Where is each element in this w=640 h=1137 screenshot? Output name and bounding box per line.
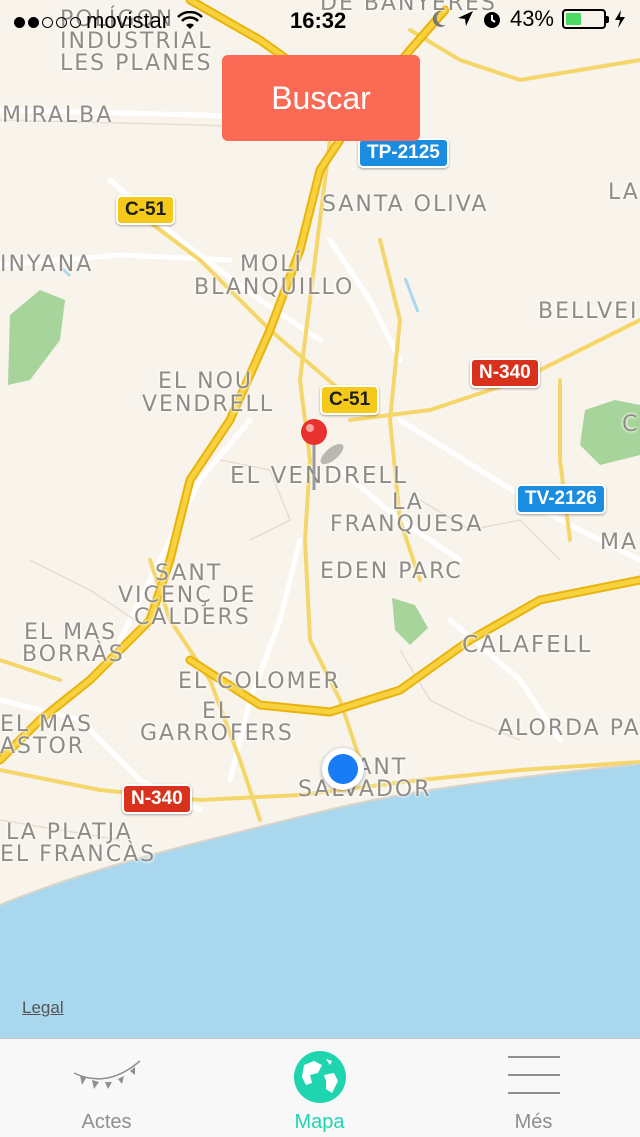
carrier-info: movistar bbox=[14, 8, 204, 34]
tab-bar: Actes Mapa Més bbox=[0, 1038, 640, 1137]
map-base bbox=[0, 0, 640, 1038]
map-pin-icon[interactable] bbox=[296, 416, 356, 496]
road-n-340-east: N-340 bbox=[470, 358, 540, 388]
map-view[interactable]: POLÍGON INDUSTRIAL LES PLANES DE BANYERE… bbox=[0, 0, 640, 1038]
road-tv-2126: TV-2126 bbox=[516, 484, 606, 514]
tab-mes-label: Més bbox=[514, 1111, 553, 1133]
search-button[interactable]: Buscar bbox=[222, 55, 420, 141]
status-time: 16:32 bbox=[290, 8, 347, 33]
battery-icon bbox=[562, 9, 609, 29]
carrier-name: movistar bbox=[86, 8, 170, 33]
place-blanquillo: BLANQUILLO bbox=[194, 275, 355, 300]
tab-mapa[interactable]: Mapa bbox=[213, 1039, 426, 1137]
place-eden-parc: EDEN PARC bbox=[320, 559, 463, 584]
status-bar: movistar 16:32 43% bbox=[0, 0, 640, 40]
globe-icon bbox=[293, 1051, 346, 1103]
place-borras: BORRÀS bbox=[22, 642, 125, 667]
place-calafell: CALAFELL bbox=[462, 632, 593, 658]
road-n-340-west: N-340 bbox=[122, 784, 192, 814]
place-alorda: ALORDA PA bbox=[498, 716, 640, 741]
location-arrow-icon bbox=[457, 11, 473, 26]
battery-percent: 43% bbox=[509, 6, 554, 31]
place-inyana: INYANA bbox=[0, 252, 94, 277]
tab-actes[interactable]: Actes bbox=[0, 1039, 213, 1137]
place-c-edge: C bbox=[622, 412, 640, 437]
place-garrofers: GARROFERS bbox=[140, 721, 294, 746]
user-location-dot bbox=[322, 748, 364, 790]
place-el-colomer: EL COLOMER bbox=[178, 669, 341, 694]
place-calders: CALDERS bbox=[134, 605, 251, 630]
place-salvador: SALVADOR bbox=[298, 777, 432, 802]
place-franquesa: FRANQUESA bbox=[330, 512, 484, 537]
road-c-51-center: C-51 bbox=[320, 385, 380, 415]
road-tp-2125: TP-2125 bbox=[358, 138, 449, 168]
place-bellvei: BELLVEI bbox=[538, 299, 639, 324]
place-el-francas: EL FRANCÀS bbox=[0, 842, 157, 867]
road-c-51-north: C-51 bbox=[116, 195, 176, 225]
place-vendrell-nou: VENDRELL bbox=[142, 392, 275, 417]
place-el-nou: EL NOU bbox=[158, 369, 254, 394]
tab-mes[interactable]: Més bbox=[427, 1039, 640, 1137]
place-miralba: MIRALBA bbox=[2, 103, 114, 128]
place-ma: MA bbox=[600, 530, 639, 555]
legal-link[interactable]: Legal bbox=[22, 998, 64, 1018]
tab-mapa-label: Mapa bbox=[294, 1111, 345, 1133]
tab-actes-label: Actes bbox=[81, 1111, 132, 1133]
place-santa-oliva: SANTA OLIVA bbox=[322, 192, 489, 217]
moon-icon bbox=[432, 10, 446, 27]
bunting-icon bbox=[73, 1060, 140, 1089]
alarm-icon bbox=[483, 12, 500, 28]
place-astor: ASTOR bbox=[0, 734, 86, 759]
place-la-top: LA bbox=[608, 180, 640, 205]
charging-bolt-icon bbox=[615, 10, 625, 28]
place-moli: MOLÍ bbox=[240, 252, 304, 277]
menu-lines-icon bbox=[507, 1056, 560, 1094]
signal-strength-icon bbox=[14, 8, 84, 34]
wifi-icon bbox=[177, 11, 204, 29]
place-les-planes: LES PLANES bbox=[60, 51, 213, 76]
